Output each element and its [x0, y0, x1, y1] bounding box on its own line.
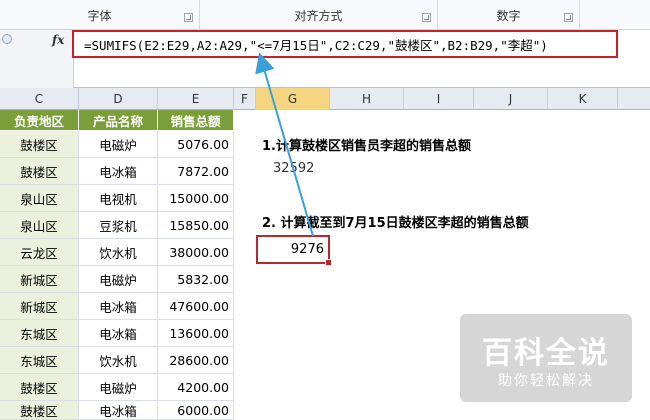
column-header-j[interactable]: J: [474, 88, 548, 110]
table-cell-sales[interactable]: 6000.00: [158, 401, 234, 420]
table-cell-sales[interactable]: 28600.00: [158, 347, 234, 374]
column-header-d[interactable]: D: [79, 88, 158, 110]
ribbon-group-label: 对齐方式: [294, 8, 343, 23]
watermark-logo: 百科全说 助你轻松解决: [460, 314, 632, 402]
question-1-text: 1.计算鼓楼区销售员李超的销售总额: [262, 139, 471, 154]
table-header-sales[interactable]: 销售总额: [158, 110, 234, 131]
ribbon: 字体 对齐方式 数字: [0, 0, 650, 30]
formula-input[interactable]: =SUMIFS(E2:E29,A2:A29,"<=7月15日",C2:C29,"…: [72, 30, 618, 58]
table-cell-sales[interactable]: 7872.00: [158, 158, 234, 185]
table-cell-sales[interactable]: 5076.00: [158, 131, 234, 158]
table-cell-sales[interactable]: 38000.00: [158, 239, 234, 266]
table-cell-sales[interactable]: 5832.00: [158, 266, 234, 293]
column-header-row: C D E F G H I J K: [0, 88, 650, 110]
table-cell-region[interactable]: 泉山区: [0, 185, 79, 212]
table-cell-region[interactable]: 新城区: [0, 293, 79, 320]
ribbon-group-alignment: 对齐方式: [200, 0, 438, 30]
table-cell-sales[interactable]: 13600.00: [158, 320, 234, 347]
table-cell-region[interactable]: 鼓楼区: [0, 158, 79, 185]
column-header-h[interactable]: H: [330, 88, 404, 110]
table-cell-sales[interactable]: 15000.00: [158, 185, 234, 212]
table-cell-product[interactable]: 电磁炉: [79, 131, 158, 158]
table-header-product[interactable]: 产品名称: [79, 110, 158, 131]
dialog-launcher-icon[interactable]: [564, 13, 573, 22]
table-cell-product[interactable]: 电视机: [79, 185, 158, 212]
table-cell-region[interactable]: 鼓楼区: [0, 374, 79, 401]
dialog-launcher-icon[interactable]: [422, 13, 431, 22]
table-cell-product[interactable]: 饮水机: [79, 239, 158, 266]
column-header-k[interactable]: K: [548, 88, 618, 110]
table-cell-region[interactable]: 云龙区: [0, 239, 79, 266]
table-cell-product[interactable]: 电冰箱: [79, 293, 158, 320]
table-cell-region[interactable]: 东城区: [0, 320, 79, 347]
active-cell-answer-2[interactable]: 9276: [256, 235, 332, 266]
table-cell-sales[interactable]: 47600.00: [158, 293, 234, 320]
table-cell-product[interactable]: 电冰箱: [79, 401, 158, 420]
formula-bar: fx =SUMIFS(E2:E29,A2:A29,"<=7月15日",C2:C2…: [0, 30, 650, 88]
table-cell-sales[interactable]: 15850.00: [158, 212, 234, 239]
ribbon-group-label: 数字: [496, 8, 521, 23]
watermark-title: 百科全说: [482, 336, 610, 371]
column-header-f[interactable]: F: [234, 88, 256, 110]
table-cell-region[interactable]: 新城区: [0, 266, 79, 293]
answer-1-cell[interactable]: 32592: [273, 161, 314, 176]
ribbon-group-font: 字体: [0, 0, 200, 30]
column-header-c[interactable]: C: [0, 88, 79, 110]
watermark-subtitle: 助你轻松解决: [498, 373, 594, 389]
table-cell-region[interactable]: 鼓楼区: [0, 401, 79, 420]
column-header-i[interactable]: I: [404, 88, 474, 110]
table-cell-product[interactable]: 饮水机: [79, 347, 158, 374]
table-cell-product[interactable]: 豆浆机: [79, 212, 158, 239]
table-cell-region[interactable]: 东城区: [0, 347, 79, 374]
name-box-area: fx: [0, 30, 74, 88]
insert-function-icon[interactable]: fx: [52, 33, 64, 47]
ribbon-group-number: 数字: [438, 0, 580, 30]
table-cell-region[interactable]: 鼓楼区: [0, 131, 79, 158]
table-header-region[interactable]: 负责地区: [0, 110, 79, 131]
question-2-text: 2. 计算截至到7月15日鼓楼区李超的销售总额: [262, 216, 529, 231]
expand-circle-icon[interactable]: [2, 34, 12, 44]
table-cell-product[interactable]: 电冰箱: [79, 320, 158, 347]
table-cell-product[interactable]: 电磁炉: [79, 374, 158, 401]
column-header-e[interactable]: E: [158, 88, 234, 110]
ribbon-group-label: 字体: [87, 8, 112, 23]
table-cell-product[interactable]: 电冰箱: [79, 158, 158, 185]
table-cell-sales[interactable]: 4200.00: [158, 374, 234, 401]
column-header-g[interactable]: G: [256, 88, 330, 110]
dialog-launcher-icon[interactable]: [184, 13, 193, 22]
table-cell-product[interactable]: 电磁炉: [79, 266, 158, 293]
table-cell-region[interactable]: 泉山区: [0, 212, 79, 239]
